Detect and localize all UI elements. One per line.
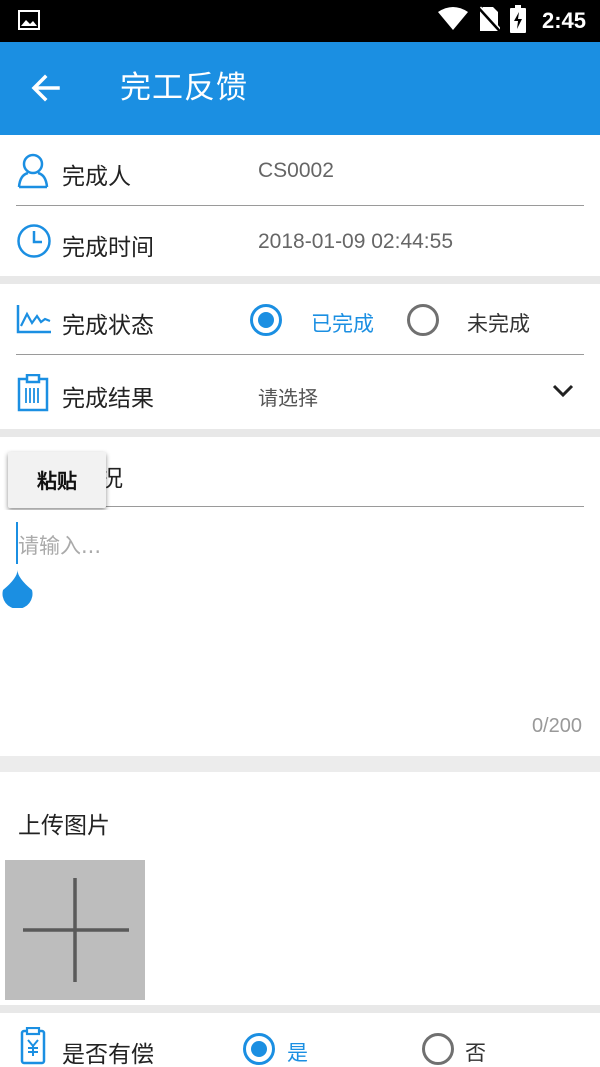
completion-time-value: 2018-01-09 02:44:55 [258, 230, 453, 253]
no-sim-icon [477, 6, 502, 36]
person-icon [16, 151, 50, 193]
app-bar: 完工反馈 [0, 42, 600, 135]
text-cursor [16, 522, 18, 564]
section-gap [0, 756, 600, 772]
chevron-down-icon[interactable] [552, 383, 574, 402]
add-image-button[interactable] [5, 860, 145, 1000]
clipboard-icon [16, 373, 50, 416]
completer-label: 完成人 [62, 164, 131, 190]
compensated-yes-label[interactable]: 是 [287, 1037, 308, 1067]
compensated-no-radio[interactable] [422, 1033, 454, 1065]
cursor-handle-icon[interactable] [0, 568, 35, 609]
completion-result-select[interactable]: 完成结果 请选择 [0, 355, 600, 429]
situation-textarea[interactable]: 请输入... 0/200 [0, 510, 600, 756]
completion-result-label: 完成结果 [62, 386, 154, 412]
completion-status-row: 完成状态 已完成 未完成 [0, 284, 600, 354]
clock-time: 2:45 [541, 8, 586, 33]
plus-icon [5, 860, 145, 1004]
status-incomplete-label[interactable]: 未完成 [467, 308, 530, 338]
paste-menu-button[interactable]: 粘贴 [8, 452, 106, 508]
back-arrow-icon[interactable] [28, 70, 64, 106]
payment-icon [16, 1026, 50, 1067]
compensated-label: 是否有偿 [62, 1042, 154, 1067]
textarea-placeholder: 请输入... [18, 534, 102, 558]
completion-time-label: 完成时间 [62, 235, 154, 261]
section-gap [0, 276, 600, 284]
completion-result-placeholder: 请选择 [258, 386, 318, 410]
status-incomplete-radio[interactable] [407, 304, 439, 336]
battery-charging-icon [509, 5, 526, 37]
compensated-no-label[interactable]: 否 [465, 1037, 486, 1067]
upload-title: 上传图片 [18, 813, 110, 839]
status-completed-label[interactable]: 已完成 [311, 308, 374, 338]
status-bar: 2:45 [0, 0, 600, 42]
compensated-row: 是否有偿 是 否 [0, 1013, 600, 1067]
section-gap [0, 1005, 600, 1013]
char-counter: 0/200 [531, 715, 582, 737]
clock-icon [16, 223, 52, 263]
compensated-yes-radio[interactable] [243, 1033, 275, 1065]
completer-value: CS0002 [258, 159, 334, 182]
completion-status-label: 完成状态 [62, 313, 154, 339]
section-gap [0, 429, 600, 437]
gallery-icon [18, 10, 40, 34]
wifi-icon [437, 7, 468, 35]
completer-row: 完成人 CS0002 [0, 135, 600, 205]
chart-icon [16, 304, 52, 338]
status-completed-radio[interactable] [250, 304, 282, 336]
page-title: 完工反馈 [120, 70, 248, 106]
completion-time-row: 完成时间 2018-01-09 02:44:55 [0, 206, 600, 276]
